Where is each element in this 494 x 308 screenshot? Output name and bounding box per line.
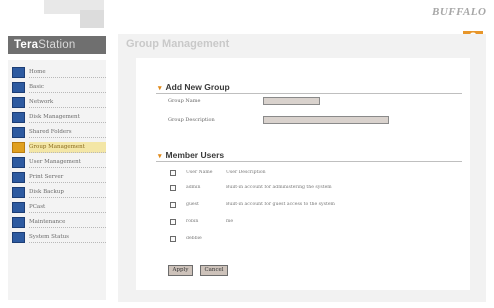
- sidebar-item-label: User Management: [29, 157, 106, 168]
- group-description-input[interactable]: [263, 116, 389, 124]
- add-group-heading-text: Add New Group: [165, 82, 230, 92]
- print-server-icon: [12, 172, 25, 183]
- select-all-checkbox[interactable]: [170, 169, 176, 176]
- maintenance-icon: [12, 217, 25, 228]
- header-decoration-square: [80, 10, 104, 28]
- user-name-cell: admin: [186, 185, 201, 190]
- sidebar-item-label: Shared Folders: [29, 127, 106, 138]
- home-icon: [12, 67, 25, 78]
- group-name-label: Group Name: [168, 98, 201, 104]
- sidebar-item-label: Group Management: [29, 142, 106, 153]
- member-checkbox[interactable]: [170, 201, 176, 208]
- section-divider: [156, 161, 462, 162]
- logo-light-text: Station: [38, 39, 76, 51]
- user-name-cell: debbie: [186, 236, 202, 241]
- network-icon: [12, 97, 25, 108]
- sidebar-item-label: Disk Backup: [29, 187, 106, 198]
- shared-folders-icon: [12, 127, 25, 138]
- table-row: admin Built-in account for administering…: [166, 179, 400, 196]
- section-divider: [156, 93, 462, 94]
- system-status-icon: [12, 232, 25, 243]
- sidebar-item-home[interactable]: Home: [12, 66, 106, 79]
- member-checkbox[interactable]: [170, 235, 176, 242]
- table-row: robin me: [166, 213, 400, 230]
- disk-management-icon: [12, 112, 25, 123]
- section-arrow-icon: ▾: [158, 153, 162, 160]
- sidebar-nav: Home Basic Network Disk Management Shared Fo…: [12, 66, 106, 246]
- group-name-input[interactable]: [263, 97, 320, 105]
- sidebar-item-disk-management[interactable]: Disk Management: [12, 111, 106, 124]
- disk-backup-icon: [12, 187, 25, 198]
- sidebar-item-disk-backup[interactable]: Disk Backup: [12, 186, 106, 199]
- group-description-label: Group Description: [168, 117, 215, 123]
- column-header-user-description: User Description: [226, 170, 266, 175]
- sidebar-item-label: Basic: [29, 82, 106, 93]
- sidebar-item-label: Home: [29, 67, 106, 78]
- page-title: Group Management: [126, 38, 230, 50]
- sidebar-item-maintenance[interactable]: Maintenance: [12, 216, 106, 229]
- sidebar-item-label: System Status: [29, 232, 106, 243]
- user-management-icon: [12, 157, 25, 168]
- sidebar-item-shared-folders[interactable]: Shared Folders: [12, 126, 106, 139]
- user-description-cell: Built-in account for administering the s…: [226, 185, 332, 190]
- section-arrow-icon: ▾: [158, 85, 162, 92]
- sidebar-item-basic[interactable]: Basic: [12, 81, 106, 94]
- sidebar-item-label: Network: [29, 97, 106, 108]
- column-header-user-name: User Name: [186, 170, 213, 175]
- sidebar-item-label: Disk Management: [29, 112, 106, 123]
- sidebar-item-system-status[interactable]: System Status: [12, 231, 106, 244]
- user-name-cell: robin: [186, 219, 199, 224]
- sidebar-item-label: Maintenance: [29, 217, 106, 228]
- buffalo-brand: BUFFALO: [432, 6, 487, 18]
- user-name-cell: guest: [186, 202, 199, 207]
- member-users-table: User Name User Description admin Built-i…: [166, 166, 400, 247]
- user-description-cell: me: [226, 219, 234, 224]
- terastation-logo: TeraStation: [8, 36, 106, 54]
- basic-icon: [12, 82, 25, 93]
- table-row: debbie: [166, 230, 400, 247]
- sidebar-item-network[interactable]: Network: [12, 96, 106, 109]
- sidebar-item-group-management[interactable]: Group Management: [12, 141, 106, 154]
- user-description-cell: Built-in account for guest access to the…: [226, 202, 335, 207]
- member-checkbox[interactable]: [170, 184, 176, 191]
- sidebar-item-pcast[interactable]: PCast: [12, 201, 106, 214]
- sidebar-item-user-management[interactable]: User Management: [12, 156, 106, 169]
- table-header-row: User Name User Description: [166, 166, 400, 179]
- member-checkbox[interactable]: [170, 218, 176, 225]
- pcast-icon: [12, 202, 25, 213]
- apply-button[interactable]: Apply: [168, 265, 193, 276]
- table-row: guest Built-in account for guest access …: [166, 196, 400, 213]
- cancel-button[interactable]: Cancel: [200, 265, 228, 276]
- add-group-heading: ▾ Add New Group: [158, 82, 230, 92]
- member-users-heading-text: Member Users: [165, 150, 225, 160]
- member-users-heading: ▾ Member Users: [158, 150, 224, 160]
- group-management-icon: [12, 142, 25, 153]
- logo-bold-text: Tera: [14, 39, 39, 51]
- sidebar-item-label: PCast: [29, 202, 106, 213]
- sidebar-item-label: Print Server: [29, 172, 106, 183]
- sidebar-item-print-server[interactable]: Print Server: [12, 171, 106, 184]
